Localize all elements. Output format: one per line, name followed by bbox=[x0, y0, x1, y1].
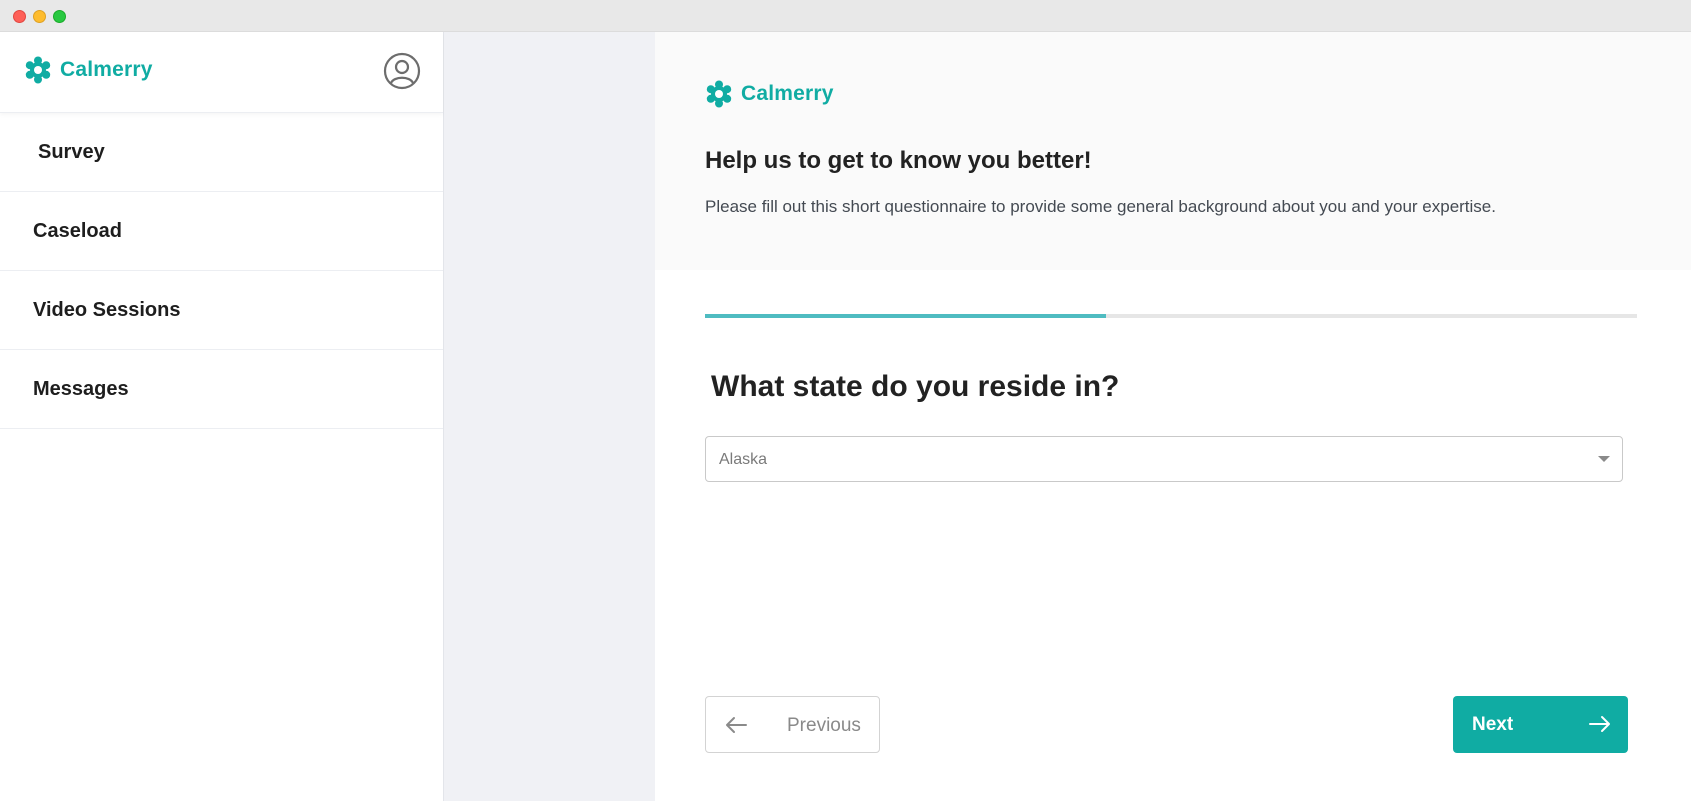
sidebar-item-label: Survey bbox=[38, 140, 105, 163]
sidebar-item-caseload[interactable]: Caseload bbox=[0, 192, 443, 271]
sidebar-item-label: Messages bbox=[33, 377, 129, 400]
arrow-right-icon bbox=[1588, 714, 1612, 739]
window-maximize-button[interactable] bbox=[53, 10, 66, 23]
sidebar-nav: Survey Caseload Video Sessions Messages bbox=[0, 113, 443, 429]
page-title: Help us to get to know you better! bbox=[705, 147, 1092, 174]
user-circle-icon[interactable] bbox=[383, 52, 421, 90]
sidebar-item-messages[interactable]: Messages bbox=[0, 350, 443, 429]
sidebar: Calmerry Survey Caseload Video Sessions … bbox=[0, 32, 444, 801]
state-select-value: Alaska bbox=[719, 451, 768, 468]
survey-progress-bar bbox=[705, 314, 1637, 318]
next-button-label: Next bbox=[1472, 714, 1514, 735]
sidebar-item-label: Caseload bbox=[33, 219, 122, 242]
sidebar-header: Calmerry bbox=[0, 32, 443, 113]
brand-name: Calmerry bbox=[741, 82, 834, 105]
window-minimize-button[interactable] bbox=[33, 10, 46, 23]
window-close-button[interactable] bbox=[13, 10, 26, 23]
window-titlebar bbox=[0, 0, 1691, 32]
state-select[interactable]: Alaska bbox=[705, 436, 1623, 482]
brand-name: Calmerry bbox=[60, 58, 153, 81]
sidebar-item-video-sessions[interactable]: Video Sessions bbox=[0, 271, 443, 350]
sidebar-item-label: Video Sessions bbox=[33, 298, 181, 321]
survey-logo: Calmerry bbox=[705, 80, 834, 108]
question-text: What state do you reside in? bbox=[711, 370, 1120, 403]
sidebar-logo[interactable]: Calmerry bbox=[24, 56, 153, 84]
previous-button-label: Previous bbox=[787, 715, 861, 736]
flower-icon bbox=[705, 80, 733, 108]
survey-progress-fill bbox=[705, 314, 1106, 318]
next-button[interactable]: Next bbox=[1453, 696, 1628, 753]
survey-header: Calmerry Help us to get to know you bett… bbox=[655, 32, 1691, 270]
survey-panel: Calmerry Help us to get to know you bett… bbox=[655, 32, 1691, 801]
page-subtitle: Please fill out this short questionnaire… bbox=[705, 197, 1496, 216]
flower-icon bbox=[24, 56, 52, 84]
chevron-down-icon bbox=[1598, 456, 1610, 462]
background-gutter bbox=[444, 32, 655, 801]
sidebar-item-survey[interactable]: Survey bbox=[0, 113, 443, 192]
arrow-left-icon bbox=[724, 715, 748, 740]
previous-button[interactable]: Previous bbox=[705, 696, 880, 753]
